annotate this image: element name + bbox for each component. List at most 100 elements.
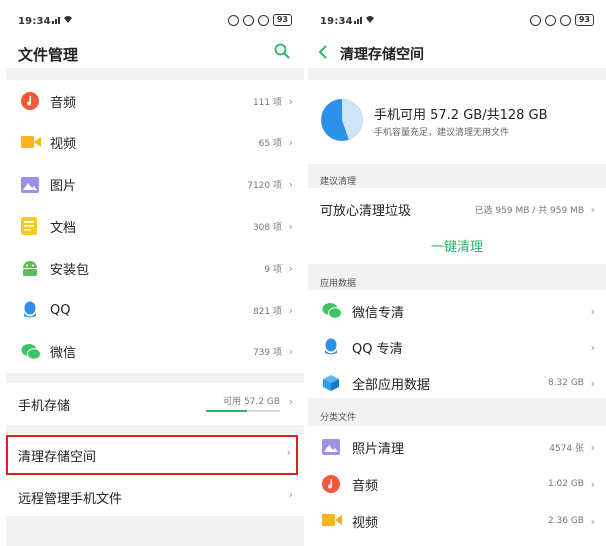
list-item-label: 全部应用数据 [352, 377, 431, 393]
storage-summary-card: 手机可用 57.2 GB/共128 GB 手机容量充足，建议清理无用文件 [308, 80, 606, 164]
list-item-label: 微信 [50, 346, 77, 362]
status-time: 19:34 [18, 16, 51, 27]
battery-icon: 93 [272, 14, 292, 26]
chevron-right-icon: › [288, 94, 293, 108]
page-title: 文件管理 [18, 46, 79, 64]
remote-manage-label: 远程管理手机文件 [18, 492, 123, 507]
category-file-row[interactable]: 音频 1.02 GB › [308, 463, 606, 505]
signal-icon [52, 15, 74, 24]
list-item-value: 821 项 [252, 306, 282, 317]
safe-junk-row[interactable]: 可放心清理垃圾 已选 959 MB / 共 959 MB › [308, 188, 606, 230]
video-icon [21, 134, 41, 152]
search-icon[interactable] [274, 43, 290, 63]
list-item-value: 8.32 GB [547, 378, 584, 388]
list-item-label: 图片 [50, 179, 77, 195]
header-bar: 文件管理 [6, 36, 304, 68]
list-item-label: 视频 [352, 515, 379, 531]
status-location-icon [544, 14, 556, 26]
storage-bar [206, 410, 280, 412]
category-file-row[interactable]: 视频 2.36 GB › [308, 500, 606, 542]
safe-junk-value: 已选 959 MB / 共 959 MB [474, 205, 584, 216]
chevron-right-icon: › [590, 514, 595, 528]
chevron-right-icon: › [590, 340, 595, 354]
list-item-label: 微信专清 [352, 305, 405, 321]
list-item-label: 视频 [50, 137, 77, 153]
back-arrow-icon[interactable] [318, 44, 328, 63]
file-manager-screen: 19:34 93 文件管理 音频 111 项 › 视频 65 项 › 图片 7120 项 › 文档… [6, 0, 304, 546]
status-alarm-icon [257, 14, 269, 26]
list-item-label: 音频 [50, 95, 77, 111]
storage-headline: 手机可用 57.2 GB/共128 GB [374, 108, 548, 123]
storage-pie-icon [321, 99, 363, 141]
suggest-card: 可放心清理垃圾 已选 959 MB / 共 959 MB › 一键清理 [308, 188, 606, 264]
status-alarm-icon [559, 14, 571, 26]
chevron-right-icon: › [590, 202, 595, 216]
category-row[interactable]: 视频 65 项 › [6, 122, 304, 164]
list-item-value: 9 项 [264, 264, 282, 275]
list-item-value: 65 项 [258, 139, 282, 150]
list-item-value: 2.36 GB [547, 516, 584, 526]
cube-icon [322, 374, 340, 392]
chevron-right-icon: › [286, 446, 291, 459]
app-data-card: 微信专清 › QQ 专清 › 全部应用数据 8.32 GB › [308, 290, 606, 398]
storage-available: 可用 57.2 GB [223, 397, 280, 407]
category-files-section-label: 分类文件 [320, 413, 357, 423]
chevron-right-icon: › [288, 488, 293, 501]
android-icon [21, 259, 39, 277]
chevron-right-icon: › [288, 136, 293, 150]
category-row[interactable]: 安装包 9 项 › [6, 247, 304, 289]
app-data-row[interactable]: 全部应用数据 8.32 GB › [308, 362, 606, 404]
status-location-icon [242, 14, 254, 26]
category-row[interactable]: 文档 308 项 › [6, 205, 304, 247]
clean-storage-label: 清理存储空间 [18, 450, 97, 465]
remote-manage-row[interactable]: 远程管理手机文件 › [6, 476, 304, 516]
category-list: 音频 111 项 › 视频 65 项 › 图片 7120 项 › 文档 308 项 › 安装包 9 项 › Q… [6, 80, 304, 373]
document-icon [21, 217, 39, 236]
wechat-icon [21, 343, 41, 361]
chevron-right-icon: › [590, 376, 595, 390]
chevron-right-icon: › [288, 345, 293, 359]
list-item-label: 安装包 [50, 262, 90, 278]
list-item-label: 音频 [352, 478, 379, 494]
chevron-right-icon: › [590, 477, 595, 491]
status-vibrate-icon [529, 14, 541, 26]
list-item-label: 照片清理 [352, 441, 405, 457]
category-files-card: 照片清理 4574 张 › 音频 1.02 GB › 视频 2.36 GB › [308, 426, 606, 546]
chevron-right-icon: › [288, 261, 293, 275]
storage-subtext: 手机容量充足，建议清理无用文件 [374, 128, 510, 138]
safe-junk-label: 可放心清理垃圾 [320, 203, 412, 219]
list-item-label: 文档 [50, 220, 77, 236]
list-item-value: 111 项 [252, 97, 282, 108]
chevron-right-icon: › [590, 440, 595, 454]
qq-icon [322, 338, 340, 356]
image-icon [322, 438, 340, 456]
app-data-section-label: 应用数据 [320, 279, 357, 289]
status-vibrate-icon [227, 14, 239, 26]
category-row[interactable]: QQ 821 项 › [6, 289, 304, 331]
list-item-value: 308 项 [252, 222, 282, 233]
chevron-right-icon: › [288, 303, 293, 317]
storage-bar-fill [206, 410, 247, 412]
qq-icon [21, 301, 39, 319]
status-time: 19:34 [320, 16, 353, 27]
music-icon [21, 92, 39, 110]
list-item-value: 4574 张 [549, 443, 584, 454]
category-row[interactable]: 图片 7120 项 › [6, 164, 304, 206]
list-item-value: 1.02 GB [547, 479, 584, 489]
one-click-clean-button[interactable]: 一键清理 [308, 236, 606, 255]
category-file-row[interactable]: 照片清理 4574 张 › [308, 426, 606, 468]
music-icon [322, 475, 340, 493]
battery-icon: 93 [574, 14, 594, 26]
signal-icon [354, 15, 376, 24]
image-icon [21, 176, 39, 194]
chevron-right-icon: › [288, 219, 293, 233]
category-row[interactable]: 音频 111 项 › [6, 80, 304, 122]
clean-storage-screen: 19:34 93 清理存储空间 手机可用 57.2 GB/共128 GB 手机容… [308, 0, 606, 546]
chevron-right-icon: › [590, 304, 595, 318]
clean-storage-row[interactable]: 清理存储空间 › [6, 434, 304, 476]
phone-storage-row[interactable]: 手机存储 可用 57.2 GB › [6, 383, 304, 425]
phone-storage-label: 手机存储 [18, 399, 71, 414]
chevron-right-icon: › [288, 395, 293, 408]
category-row[interactable]: 微信 739 项 › [6, 331, 304, 373]
video-icon [322, 512, 342, 530]
